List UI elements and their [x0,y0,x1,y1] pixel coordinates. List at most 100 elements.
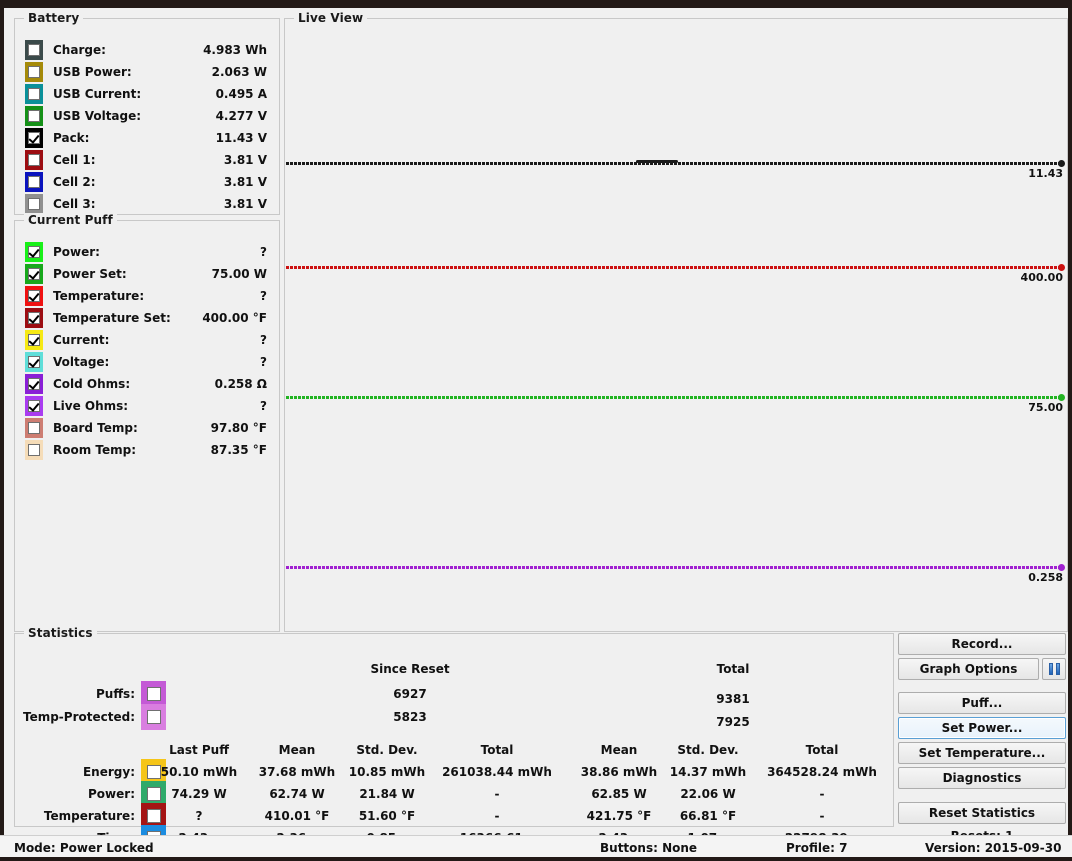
checkbox-box [28,66,40,78]
stats-cell: - [495,787,500,801]
checkbox-powerset[interactable] [25,264,43,284]
option-label: Power Set: [53,267,127,281]
checkbox-temperature[interactable] [25,286,43,306]
checkbox-usbcurrent[interactable] [25,84,43,104]
option-row[interactable]: USB Power:2.063 W [19,61,275,83]
chart-trace: 400.00 [286,266,1061,269]
checkbox-current[interactable] [25,330,43,350]
checkbox-box [28,176,40,188]
option-label: Live Ohms: [53,399,128,413]
chart-trace-line [286,566,1061,569]
graph-options-button[interactable]: Graph Options [898,658,1039,680]
option-value: ? [260,289,267,303]
option-row[interactable]: Power Set:75.00 W [19,263,275,285]
checkbox-boardtemp[interactable] [25,418,43,438]
checkbox-roomtemp[interactable] [25,440,43,460]
option-row[interactable]: Charge:4.983 Wh [19,39,275,61]
checkbox-voltage[interactable] [25,352,43,372]
checkbox-box [147,765,161,779]
chart-value-label: 11.43 [1028,167,1063,180]
option-value: 87.35 °F [211,443,267,457]
option-row[interactable]: Pack:11.43 V [19,127,275,149]
live-view-panel[interactable]: Live View 11.43400.0075.000.258 [284,18,1068,632]
stats-counter-total: 7925 [716,715,749,729]
puff-button[interactable]: Puff... [898,692,1066,714]
option-row[interactable]: Temperature Set:400.00 °F [19,307,275,329]
option-label: Temperature Set: [53,311,171,325]
stats-cell: 22.06 W [680,787,735,801]
set-temperature-button[interactable]: Set Temperature... [898,742,1066,764]
statistics-panel-title: Statistics [24,626,97,640]
live-view-chart[interactable]: 11.43 400.00 75.00 0.258 [286,31,1065,629]
checkbox-coldohms[interactable] [25,374,43,394]
stats-cell: 410.01 °F [265,809,330,823]
checkbox-cell3[interactable] [25,194,43,214]
stats-counter-checkbox[interactable] [141,704,166,730]
option-row[interactable]: Cell 1:3.81 V [19,149,275,171]
checkbox-box [28,110,40,122]
checkbox-charge[interactable] [25,40,43,60]
option-row[interactable]: Cell 3:3.81 V [19,193,275,215]
current-puff-panel: Current Puff Power:?Power Set:75.00 WTem… [14,220,280,632]
chart-value-label: 0.258 [1028,571,1063,584]
stats-cell: 261038.44 mWh [442,765,552,779]
live-view-panel-title: Live View [294,11,367,25]
option-row[interactable]: USB Voltage:4.277 V [19,105,275,127]
checkbox-cell1[interactable] [25,150,43,170]
stats-row-label: Temperature: [44,809,135,823]
option-value: 11.43 V [216,131,267,145]
checkbox-usbpower[interactable] [25,62,43,82]
checkbox-box [28,246,40,258]
option-row[interactable]: Current:? [19,329,275,351]
checkbox-temperatureset[interactable] [25,308,43,328]
option-row[interactable]: USB Current:0.495 A [19,83,275,105]
checkbox-usbvoltage[interactable] [25,106,43,126]
checkbox-power[interactable] [25,242,43,262]
chart-trace-bump [636,160,678,163]
option-value: 3.81 V [224,197,267,211]
option-row[interactable]: Temperature:? [19,285,275,307]
option-value: ? [260,399,267,413]
option-label: Voltage: [53,355,109,369]
option-row[interactable]: Cold Ohms:0.258 Ω [19,373,275,395]
stats-column-header: Total [481,743,514,757]
stats-cell: 14.37 mWh [670,765,746,779]
checkbox-liveohms[interactable] [25,396,43,416]
stats-column-header: Total [806,743,839,757]
checkbox-box [28,312,40,324]
checkbox-box [147,687,161,701]
checkbox-box [28,422,40,434]
reset-statistics-button[interactable]: Reset Statistics [898,802,1066,824]
option-row[interactable]: Room Temp:87.35 °F [19,439,275,461]
stats-counter-label: Temp-Protected: [23,710,135,724]
set-power-button[interactable]: Set Power... [898,717,1066,739]
stats-cell: - [495,809,500,823]
option-label: Power: [53,245,100,259]
option-row[interactable]: Voltage:? [19,351,275,373]
stats-column-header: Mean [601,743,638,757]
statistics-panel: Statistics Since ResetTotalPuffs:6927938… [14,633,894,827]
option-label: Temperature: [53,289,144,303]
option-value: ? [260,245,267,259]
option-value: ? [260,355,267,369]
checkbox-pack[interactable] [25,128,43,148]
checkbox-box [147,809,161,823]
statistics-table: Since ResetTotalPuffs:69279381Temp-Prote… [15,648,893,826]
pause-icon[interactable] [1042,658,1066,680]
chart-trace: 75.00 [286,396,1061,399]
option-label: Cell 1: [53,153,96,167]
stats-cell: 21.84 W [359,787,414,801]
option-label: USB Current: [53,87,141,101]
option-row[interactable]: Power:? [19,241,275,263]
checkbox-cell2[interactable] [25,172,43,192]
option-row[interactable]: Cell 2:3.81 V [19,171,275,193]
checkbox-box [28,268,40,280]
status-mode: Mode: Power Locked [14,841,154,855]
checkbox-box [28,132,40,144]
option-row[interactable]: Live Ohms:? [19,395,275,417]
diagnostics-button[interactable]: Diagnostics [898,767,1066,789]
option-row[interactable]: Board Temp:97.80 °F [19,417,275,439]
stats-column-header: Std. Dev. [356,743,417,757]
record-button[interactable]: Record... [898,633,1066,655]
stats-cell: 66.81 °F [680,809,736,823]
